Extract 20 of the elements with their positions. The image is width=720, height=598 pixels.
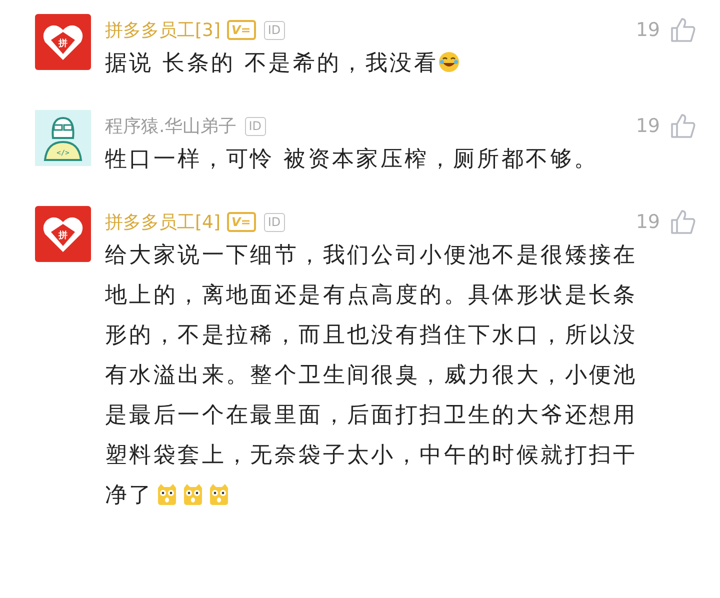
id-badge: ID <box>264 212 285 232</box>
vip-badge: V= <box>226 20 256 40</box>
comment-text: 给大家说一下细节，我们公司小便池不是很矮接在地上的，离地面还是有点高度的。具体形状是长条形的，不是拉稀，而且也没有挡住下水口，所以没有水溢出来。整个卫生间很臭，威力很大，小便池是最后一个在最里面，后面打扫卫生的大爷还想用塑料袋套上，无奈袋子太小，中午的时候就打扫干净了 <box>105 242 638 510</box>
id-badge: ID <box>264 20 285 40</box>
like-count: 19 <box>636 211 660 233</box>
thumbs-up-icon[interactable] <box>670 113 696 139</box>
thumbs-up-icon[interactable] <box>670 209 696 235</box>
comment-text: 牲口一样，可怜 被资本家压榨，厕所都不够。 <box>105 146 600 174</box>
like-count: 19 <box>636 19 660 41</box>
user-name[interactable]: 程序猿.华山弟子 <box>105 114 237 138</box>
logo-icon: 拼 <box>35 206 91 262</box>
laughing-emoji-icon <box>438 51 460 73</box>
like-count: 19 <box>636 115 660 137</box>
thumbs-up-icon[interactable] <box>670 17 696 43</box>
vip-badge: V= <box>226 212 256 232</box>
logo-icon: 拼 <box>35 14 91 70</box>
comment-text: 据说 长条的 不是希的，我没看 <box>105 44 641 84</box>
id-badge: ID <box>244 116 266 136</box>
user-name[interactable]: 拼多多员工[4] <box>105 210 220 234</box>
user-name[interactable]: 拼多多员工[3] <box>105 18 220 42</box>
